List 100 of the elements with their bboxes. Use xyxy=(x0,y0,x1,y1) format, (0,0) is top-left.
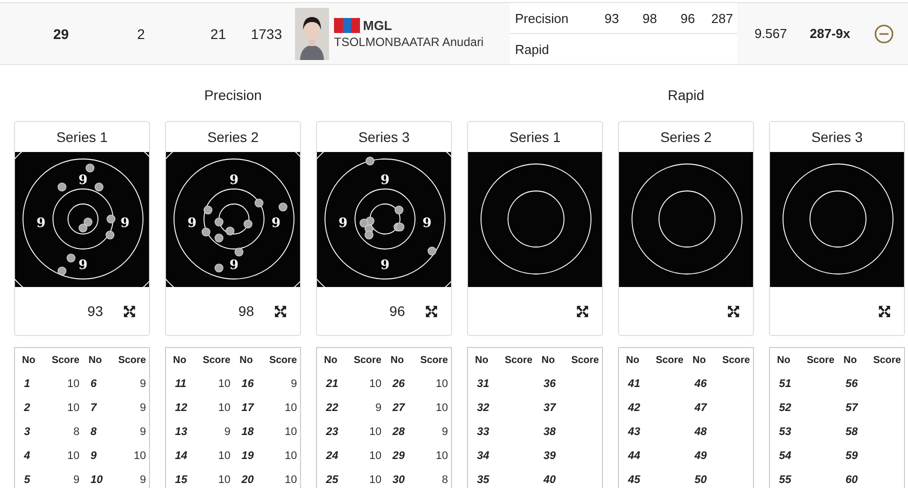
series-title: Series 2 xyxy=(659,128,713,147)
shot-number: 44 xyxy=(626,450,642,462)
target-drawing: 9 9 9 9 xyxy=(166,152,300,287)
shot-number: 38 xyxy=(542,426,557,438)
shot-score: 9 xyxy=(138,426,146,438)
shot-number: 33 xyxy=(476,426,490,438)
shot-number: 31 xyxy=(476,378,490,390)
column-header: No xyxy=(777,354,792,366)
shot-number: 32 xyxy=(476,402,490,414)
shot-score: 8 xyxy=(440,474,448,486)
shot-number: 28 xyxy=(391,426,406,438)
shot-number: 3 xyxy=(23,426,32,438)
shot-number: 1 xyxy=(23,378,32,390)
column-header: No xyxy=(173,354,188,366)
shot-number: 19 xyxy=(240,450,255,462)
stage-label: Precision xyxy=(515,10,570,26)
shot-number: 40 xyxy=(542,474,557,486)
shot-number: 23 xyxy=(324,426,340,438)
shot-number: 21 xyxy=(324,378,340,390)
shot-number: 26 xyxy=(391,378,406,390)
shot-score: 10 xyxy=(434,378,448,390)
fullscreen-icon[interactable] xyxy=(727,304,740,318)
shot-score: 9 xyxy=(223,426,230,438)
column-header: No xyxy=(88,354,103,366)
shot-score: 9 xyxy=(138,402,146,414)
stage-label: Rapid xyxy=(515,42,550,56)
shot-score: 10 xyxy=(284,474,297,486)
shot-number: 4 xyxy=(22,450,32,462)
shot-number: 2 xyxy=(22,402,32,414)
shot-number: 15 xyxy=(174,474,188,486)
shot-number: 52 xyxy=(778,402,792,414)
column-header: Score xyxy=(268,354,297,366)
column-header: Score xyxy=(721,354,750,366)
fullscreen-icon[interactable] xyxy=(576,304,589,318)
shot-number: 59 xyxy=(844,450,859,462)
total-text: 287-9x xyxy=(808,26,852,41)
shot-score: 10 xyxy=(368,450,382,462)
shot-number: 49 xyxy=(693,450,708,462)
table-cell-text: 93 xyxy=(604,10,619,26)
shot-number: 6 xyxy=(90,378,98,390)
series-score: 96 xyxy=(389,303,405,319)
shot-number: 30 xyxy=(392,474,406,486)
table-cell-text: 21 xyxy=(209,26,226,42)
section-title: Rapid xyxy=(666,87,706,105)
shot-number: 18 xyxy=(240,426,255,438)
column-header: No xyxy=(844,354,858,366)
column-header: Score xyxy=(504,354,532,366)
shot-number: 51 xyxy=(778,378,792,390)
column-header: Score xyxy=(117,354,146,366)
shot-score: 10 xyxy=(368,426,382,438)
column-header: No xyxy=(324,354,338,366)
target-drawing: 9 9 9 9 xyxy=(317,152,451,287)
shot-number: 54 xyxy=(778,450,792,462)
table-cell-text: 96 xyxy=(680,10,695,26)
shot-score: 10 xyxy=(434,402,448,414)
column-header: No xyxy=(240,354,254,366)
shot-number: 27 xyxy=(391,402,406,414)
fullscreen-icon[interactable] xyxy=(425,304,438,318)
shot-number: 20 xyxy=(240,474,255,486)
flag-icon xyxy=(334,18,360,33)
column-header: No xyxy=(22,354,36,366)
shot-score: 10 xyxy=(66,378,80,390)
shot-score: 9 xyxy=(374,402,382,414)
series-title: Series 3 xyxy=(357,128,411,147)
shot-number: 9 xyxy=(90,450,98,462)
column-header: Score xyxy=(419,354,448,366)
shot-number: 13 xyxy=(174,426,188,438)
shot-score: 9 xyxy=(440,426,448,438)
fullscreen-icon[interactable] xyxy=(878,304,891,318)
shot-number: 55 xyxy=(778,474,792,486)
shot-number: 14 xyxy=(174,450,188,462)
shot-number: 47 xyxy=(693,402,708,414)
shot-score: 10 xyxy=(66,402,80,414)
section-title: Precision xyxy=(203,87,263,105)
table-cell-text: 98 xyxy=(642,10,657,26)
table-cell-text: 9.567 xyxy=(753,26,787,41)
shot-number: 16 xyxy=(240,378,255,390)
shot-number: 11 xyxy=(174,378,188,390)
series-score: 93 xyxy=(87,303,103,319)
shot-number: 7 xyxy=(90,402,98,414)
column-header: Score xyxy=(872,354,901,366)
shot-number: 37 xyxy=(542,402,558,414)
fullscreen-icon[interactable] xyxy=(123,304,136,318)
shot-score: 10 xyxy=(368,474,382,486)
table-cell-text: 2 xyxy=(136,26,146,42)
series-title: Series 2 xyxy=(206,128,260,147)
shot-score: 10 xyxy=(217,402,230,414)
shot-score: 10 xyxy=(217,474,230,486)
table-cell-text: 1733 xyxy=(250,26,282,42)
collapse-icon[interactable] xyxy=(874,24,894,44)
shot-number: 43 xyxy=(626,426,642,438)
shot-number: 24 xyxy=(324,450,340,462)
column-header: No xyxy=(692,354,707,366)
shot-number: 56 xyxy=(844,378,859,390)
shot-score: 10 xyxy=(284,402,297,414)
shot-number: 34 xyxy=(476,450,490,462)
column-header: Score xyxy=(806,354,834,366)
shot-score: 9 xyxy=(138,378,146,390)
shot-number: 57 xyxy=(844,402,860,414)
fullscreen-icon[interactable] xyxy=(274,304,287,318)
